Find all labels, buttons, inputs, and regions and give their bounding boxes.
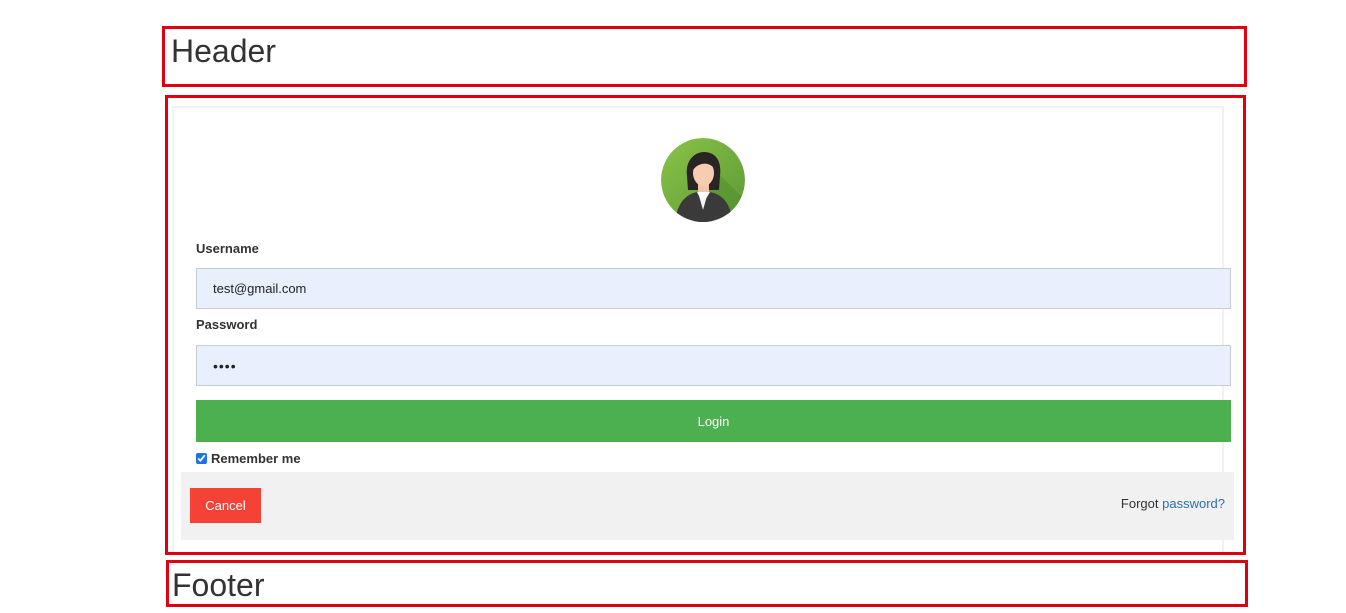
- form-footer-bar: Cancel Forgot password?: [181, 472, 1234, 540]
- header-section: Header: [162, 26, 1247, 87]
- forgot-password-link[interactable]: password?: [1162, 496, 1225, 511]
- username-label: Username: [196, 241, 259, 256]
- cancel-button[interactable]: Cancel: [190, 488, 261, 523]
- remember-me-option[interactable]: Remember me: [196, 451, 301, 466]
- user-avatar-icon: [661, 138, 745, 222]
- remember-me-checkbox[interactable]: [196, 453, 207, 464]
- remember-me-label: Remember me: [211, 451, 301, 466]
- password-input[interactable]: [196, 345, 1231, 386]
- header-title: Header: [171, 33, 276, 69]
- footer-title: Footer: [172, 567, 265, 603]
- password-label: Password: [196, 317, 258, 332]
- login-button[interactable]: Login: [196, 400, 1231, 442]
- main-section: Username Password Login Remember me Canc…: [165, 95, 1246, 555]
- username-input[interactable]: [196, 268, 1231, 309]
- forgot-password-text: Forgot password?: [1121, 496, 1225, 511]
- forgot-prefix: Forgot: [1120, 496, 1159, 511]
- footer-section: Footer: [166, 560, 1248, 607]
